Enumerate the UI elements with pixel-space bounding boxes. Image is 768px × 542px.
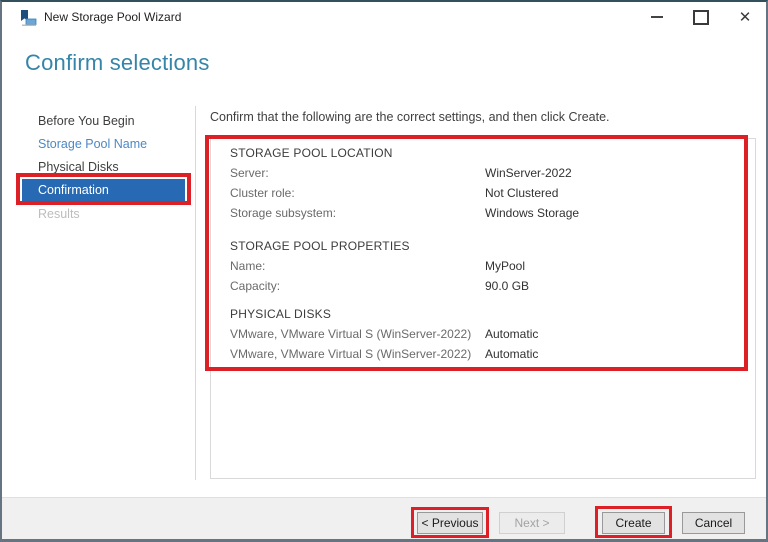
section-storage-pool-properties: STORAGE POOL PROPERTIES Name: MyPool Cap… [230,236,745,296]
next-button: Next > [499,512,565,534]
row-label: Server: [230,166,269,180]
cancel-button[interactable]: Cancel [682,512,745,534]
minimize-button[interactable] [640,2,674,32]
section-title: STORAGE POOL LOCATION [230,146,393,160]
summary-row: Server: WinServer-2022 [230,163,745,183]
page-title: Confirm selections [25,50,210,75]
row-value: Automatic [485,327,539,341]
row-label: VMware, VMware Virtual S (WinServer-2022… [230,347,472,361]
titlebar: New Storage Pool Wizard ✕ [2,2,766,34]
close-icon: ✕ [738,8,752,26]
row-value: Windows Storage [485,206,580,220]
row-value: Automatic [485,347,539,361]
row-value: 90.0 GB [485,279,530,293]
new-storage-pool-wizard-window: New Storage Pool Wizard ✕ Confirm select… [0,0,768,542]
summary-row: VMware, VMware Virtual S (WinServer-2022… [230,324,745,344]
summary-row: Capacity: 90.0 GB [230,276,745,296]
create-button[interactable]: Create [602,512,665,534]
summary-row: Cluster role: Not Clustered [230,183,745,203]
row-label: Storage subsystem: [230,206,337,220]
row-label: Capacity: [230,279,281,293]
maximize-button[interactable] [684,2,718,32]
settings-summary-list: STORAGE POOL LOCATION Server: WinServer-… [210,138,756,479]
maximize-icon [693,9,709,25]
row-label: Cluster role: [230,186,295,200]
nav-item-confirmation[interactable]: Confirmation [22,179,185,201]
row-label: Name: [230,259,266,273]
nav-item-storage-pool-name[interactable]: Storage Pool Name [22,133,185,156]
summary-row: Name: MyPool [230,256,745,276]
section-storage-pool-location: STORAGE POOL LOCATION Server: WinServer-… [230,143,745,223]
nav-item-physical-disks[interactable]: Physical Disks [22,156,185,179]
row-value: WinServer-2022 [485,166,572,180]
instruction-text: Confirm that the following are the corre… [210,110,610,124]
sidebar-divider [195,106,196,480]
row-value: Not Clustered [485,186,559,200]
row-label: VMware, VMware Virtual S (WinServer-2022… [230,327,472,341]
row-value: MyPool [485,259,526,273]
storage-pool-wizard-icon [21,10,37,26]
nav-item-results: Results [38,207,80,221]
close-button[interactable]: ✕ [728,2,762,32]
summary-row: VMware, VMware Virtual S (WinServer-2022… [230,344,745,364]
section-title: STORAGE POOL PROPERTIES [230,239,410,253]
summary-row: Storage subsystem: Windows Storage [230,203,745,223]
section-title: PHYSICAL DISKS [230,307,332,321]
previous-button[interactable]: < Previous [417,512,483,534]
nav-item-before-you-begin[interactable]: Before You Begin [22,110,185,133]
minimize-icon [651,16,663,18]
window-title: New Storage Pool Wizard [44,10,182,24]
section-physical-disks: PHYSICAL DISKS VMware, VMware Virtual S … [230,304,745,364]
